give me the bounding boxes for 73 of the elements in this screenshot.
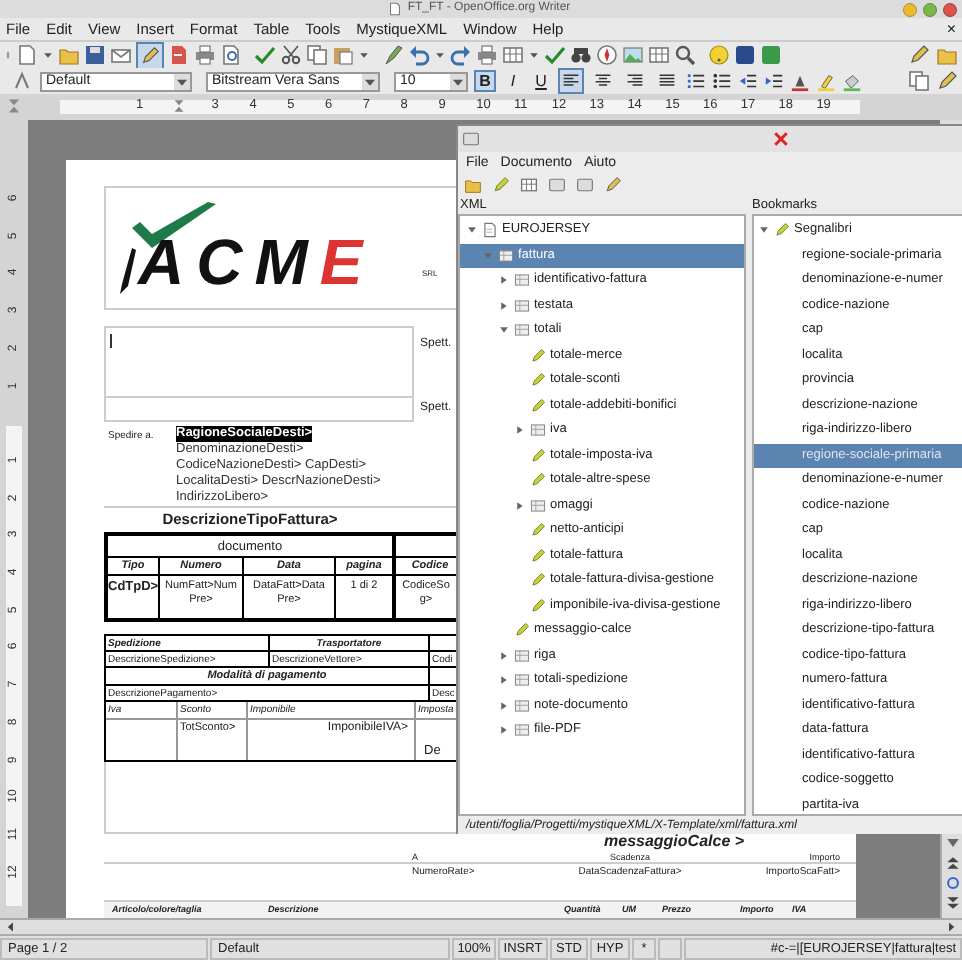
edit-mode-button[interactable] bbox=[136, 41, 164, 69]
bullet-list-icon[interactable] bbox=[712, 71, 732, 91]
table-icon bbox=[514, 322, 530, 339]
align-left-icon bbox=[562, 72, 580, 90]
table-icon bbox=[514, 722, 530, 739]
zoom-icon[interactable] bbox=[674, 44, 696, 66]
collapsed-arrow-icon[interactable] bbox=[514, 499, 526, 512]
increase-indent-icon[interactable] bbox=[764, 71, 784, 91]
table-icon bbox=[514, 297, 530, 314]
text-cursor bbox=[110, 334, 112, 348]
status-field bbox=[658, 937, 682, 959]
envelope-icon[interactable] bbox=[110, 44, 132, 66]
page-preview-icon[interactable] bbox=[220, 44, 242, 66]
scissors-icon[interactable] bbox=[280, 44, 302, 66]
expanded-arrow-icon[interactable] bbox=[498, 324, 510, 337]
bold-button[interactable]: B bbox=[474, 70, 496, 92]
check-icon[interactable] bbox=[254, 44, 276, 66]
pencil-icon[interactable] bbox=[604, 176, 622, 195]
italic-button[interactable]: I bbox=[502, 70, 524, 92]
printer-icon[interactable] bbox=[194, 44, 216, 66]
document-close-button[interactable]: × bbox=[946, 20, 956, 38]
page-export-icon[interactable] bbox=[168, 44, 190, 66]
table-icon bbox=[498, 247, 514, 264]
table-icon bbox=[514, 647, 530, 664]
table-icon bbox=[530, 497, 546, 514]
caret-icon bbox=[174, 73, 190, 89]
save-icon[interactable] bbox=[84, 44, 106, 66]
redo-icon[interactable] bbox=[450, 44, 472, 66]
table-icon bbox=[514, 697, 530, 714]
previous-page-button[interactable] bbox=[943, 854, 961, 872]
styles-icon[interactable] bbox=[12, 70, 34, 92]
table-icon bbox=[530, 422, 546, 439]
expanded-arrow-icon[interactable] bbox=[758, 224, 770, 237]
next-page-button[interactable] bbox=[943, 894, 961, 912]
caret-icon bbox=[450, 73, 466, 89]
copy-icon[interactable] bbox=[306, 44, 328, 66]
pencil-icon[interactable] bbox=[492, 176, 510, 195]
numbered-list-icon[interactable] bbox=[686, 71, 706, 91]
decrease-indent-icon[interactable] bbox=[738, 71, 758, 91]
indent-marker-icon[interactable] bbox=[172, 96, 186, 116]
align-left-button[interactable] bbox=[558, 68, 584, 94]
navigation-button[interactable] bbox=[943, 874, 961, 892]
table-icon bbox=[514, 672, 530, 689]
table-icon[interactable] bbox=[502, 44, 524, 66]
align-justify-icon bbox=[658, 72, 676, 90]
table-icon[interactable] bbox=[520, 176, 538, 195]
printer-icon[interactable] bbox=[476, 44, 498, 66]
table-icon bbox=[514, 272, 530, 289]
paint-bucket-icon[interactable] bbox=[842, 71, 862, 91]
close-button[interactable] bbox=[772, 129, 790, 148]
copy-icon[interactable] bbox=[908, 70, 930, 92]
align-right-icon bbox=[626, 72, 644, 90]
align-center-icon bbox=[594, 72, 612, 90]
binoculars-icon[interactable] bbox=[570, 44, 592, 66]
paste-icon[interactable] bbox=[332, 44, 354, 66]
maximize-button[interactable] bbox=[922, 1, 939, 17]
caret-icon bbox=[362, 73, 378, 89]
highlighter-icon[interactable] bbox=[816, 71, 836, 91]
footer-message: messaggioCalce > bbox=[604, 834, 745, 850]
check-icon[interactable] bbox=[544, 44, 566, 66]
compass-icon[interactable] bbox=[596, 44, 618, 66]
logo-text: ACME bbox=[138, 228, 375, 296]
underline-button[interactable]: U bbox=[530, 70, 552, 92]
pencil-icon bbox=[774, 222, 790, 239]
collapsed-arrow-icon[interactable] bbox=[514, 424, 526, 437]
folder-icon[interactable] bbox=[464, 176, 482, 195]
document-icon bbox=[482, 222, 498, 239]
swoosh-icon bbox=[118, 244, 138, 296]
square-icon[interactable] bbox=[734, 44, 756, 66]
undo-icon[interactable] bbox=[408, 44, 430, 66]
font-color-icon[interactable] bbox=[790, 71, 810, 91]
close-button[interactable] bbox=[942, 1, 959, 17]
table-icon[interactable] bbox=[648, 44, 670, 66]
